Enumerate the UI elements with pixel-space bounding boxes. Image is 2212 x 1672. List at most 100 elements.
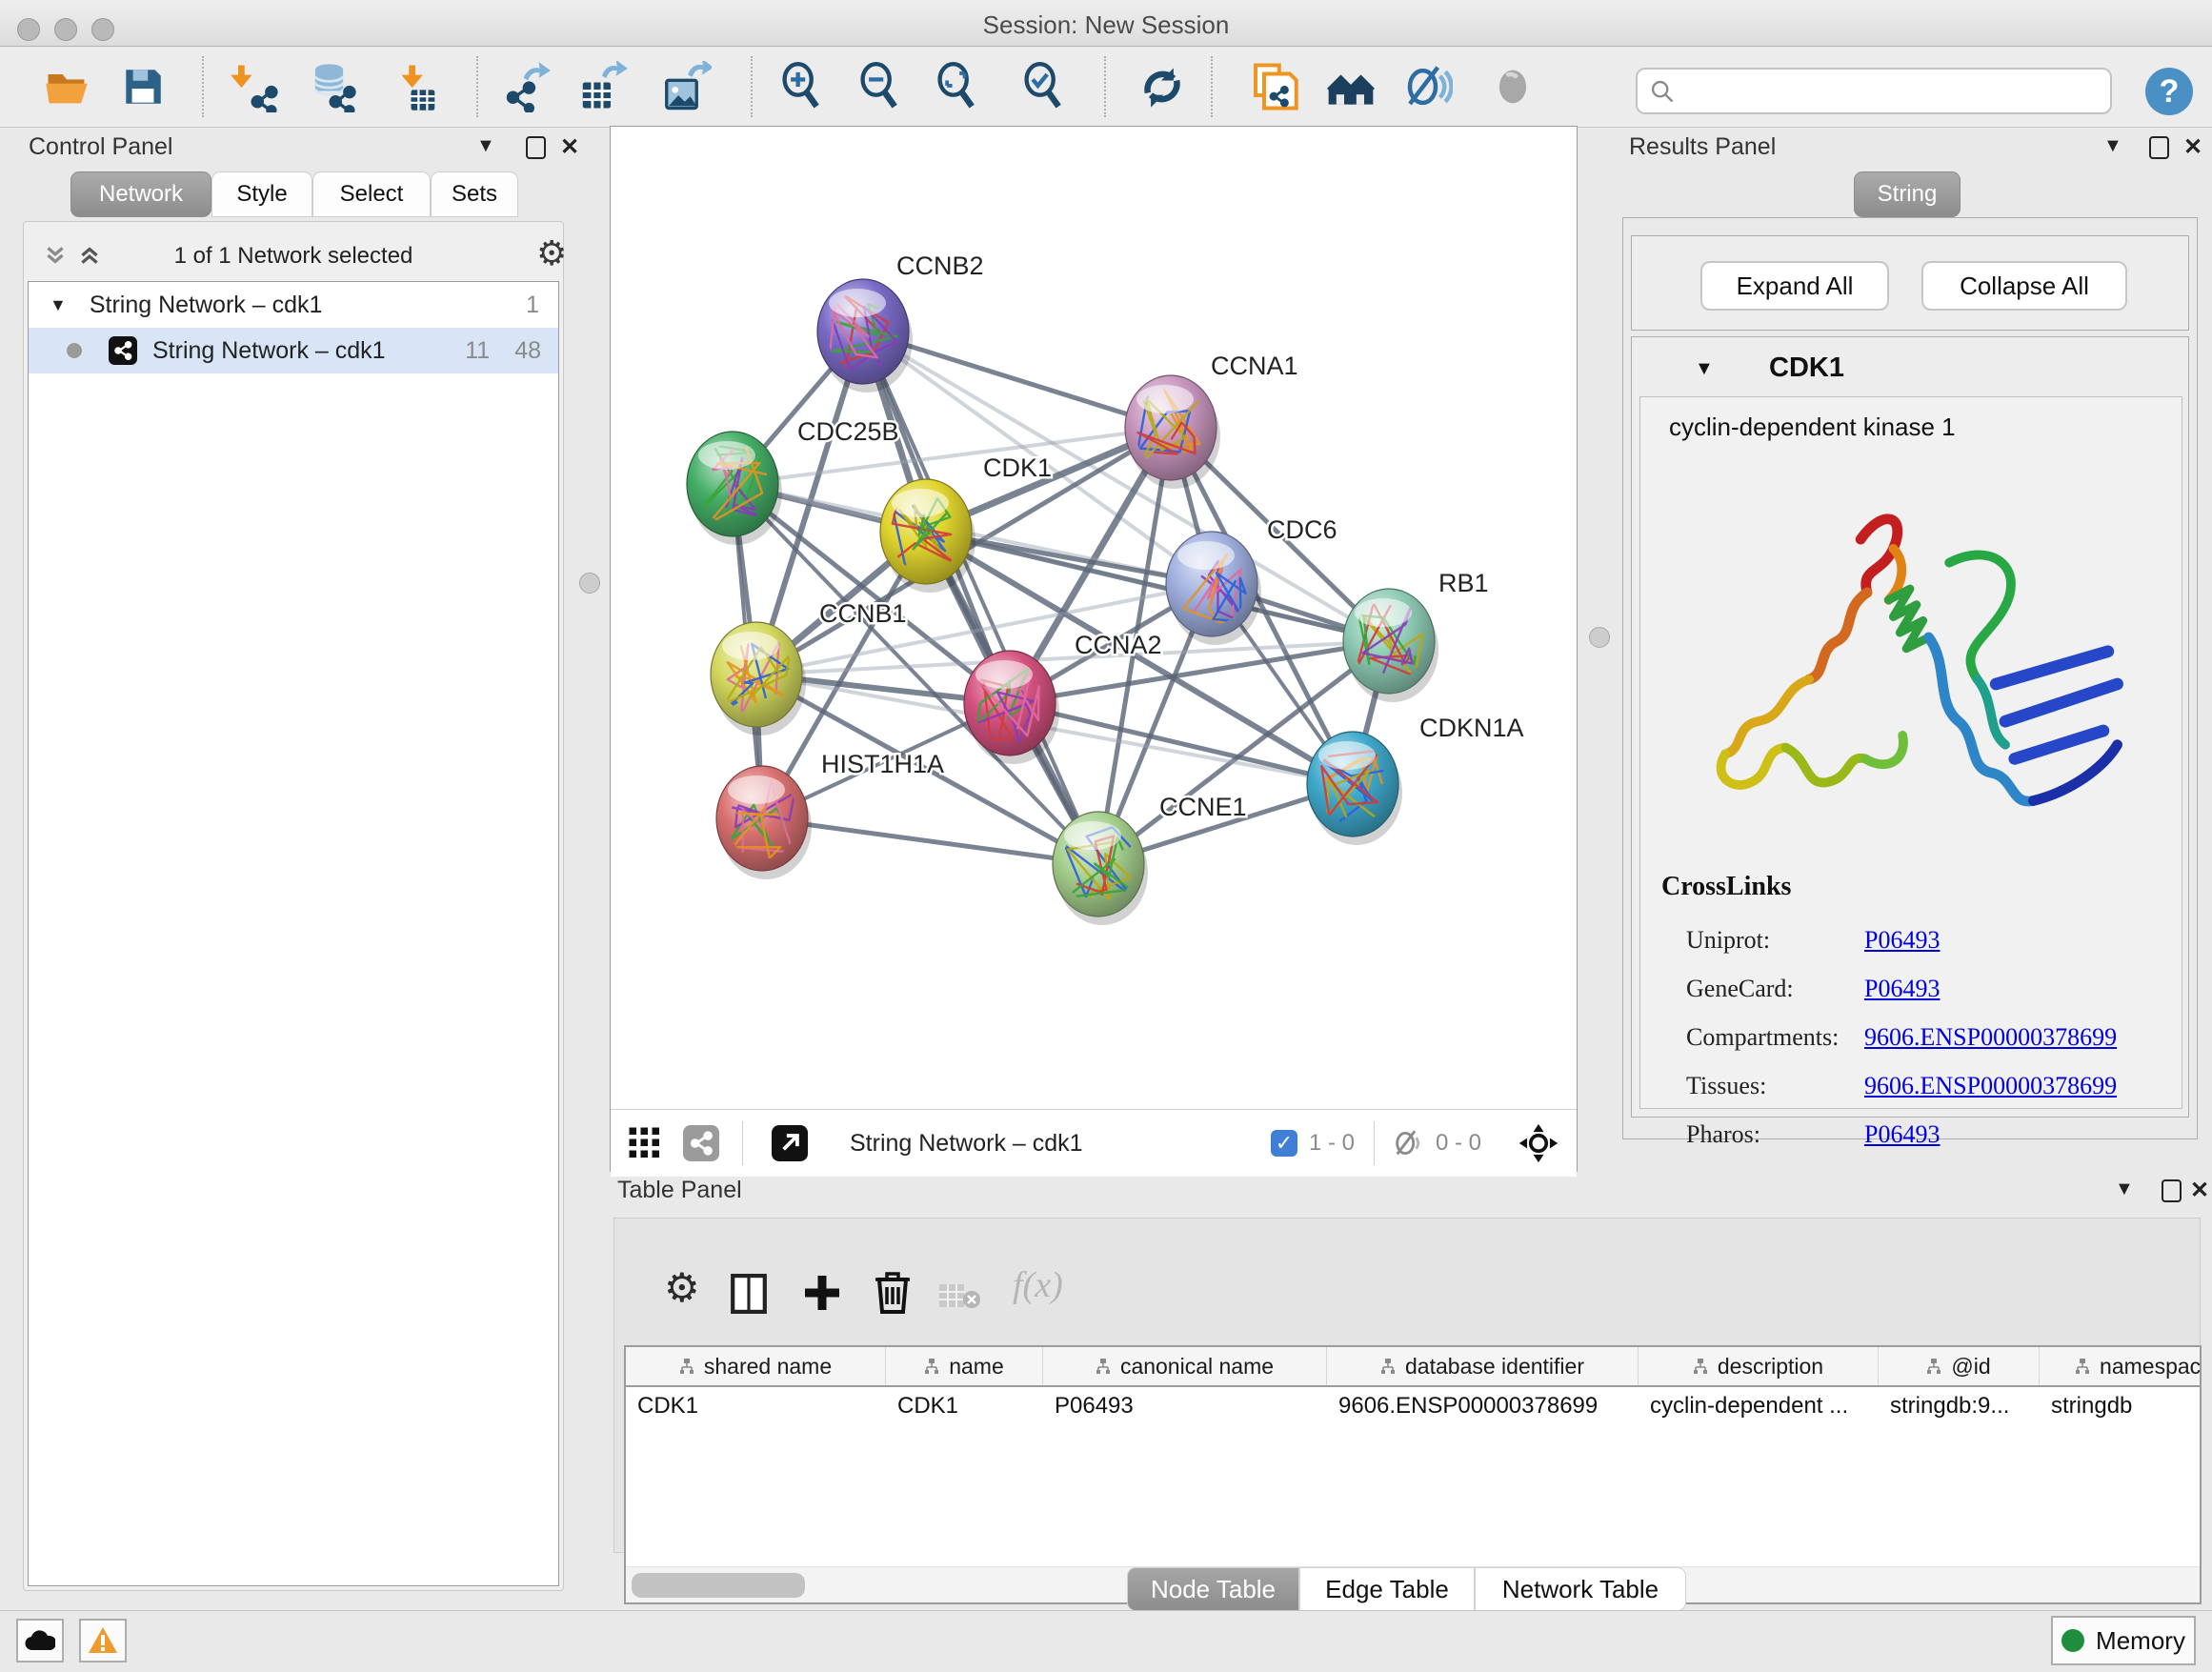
collection-expand-icon[interactable]: ▼	[50, 295, 67, 315]
column-header-description[interactable]: description	[1639, 1347, 1879, 1385]
tab-string[interactable]: String	[1854, 171, 1961, 217]
node-label-cdc6[interactable]: CDC6	[1267, 515, 1337, 544]
tab-node-table[interactable]: Node Table	[1127, 1567, 1299, 1611]
table-cell[interactable]: stringdb	[2040, 1387, 2202, 1425]
zoom-selected-button[interactable]	[1017, 58, 1071, 115]
main-toolbar: ?	[0, 47, 2212, 128]
selected-checkbox-icon[interactable]: ✓	[1271, 1130, 1297, 1157]
crosslink-link[interactable]: P06493	[1864, 975, 1940, 1003]
crosslink-label: GeneCard:	[1686, 975, 1864, 1003]
table-cell[interactable]: stringdb:9...	[1879, 1387, 2040, 1425]
crosslink-link[interactable]: P06493	[1864, 926, 1940, 955]
network-view: CCNB2 CCNA1 CDC25B CDK1 CDC6 RB1 CCNB1 CCNA2 CDK…	[610, 126, 1578, 1172]
table-row[interactable]: CDK1CDK1P064939606.ENSP00000378699cyclin…	[626, 1387, 2202, 1425]
hide-graphics-button[interactable]	[1400, 58, 1454, 115]
node-label-rb1[interactable]: RB1	[1438, 569, 1489, 597]
zoom-out-button[interactable]	[854, 58, 907, 115]
crosslink-link[interactable]: 9606.ENSP00000378699	[1864, 1072, 2117, 1100]
import-network-database-button[interactable]	[307, 58, 360, 115]
search-input[interactable]	[1676, 77, 2080, 106]
apply-layout-button[interactable]	[1136, 58, 1189, 115]
toolbar-separator	[202, 56, 204, 117]
results-panel-close-icon[interactable]: ✕	[2183, 133, 2202, 161]
tab-style[interactable]: Style	[211, 171, 312, 217]
table-header-row: shared namenamecanonical namedatabase id…	[626, 1347, 2202, 1387]
network-canvas[interactable]: CCNB2 CCNA1 CDC25B CDK1 CDC6 RB1 CCNB1 CCNA2 CDK…	[611, 127, 1577, 1104]
results-panel-float-icon[interactable]	[2149, 136, 2169, 159]
network-collection-row[interactable]: ▼ String Network – cdk1 1	[29, 282, 558, 328]
export-image-button[interactable]	[659, 58, 713, 115]
network-share-icon[interactable]	[683, 1125, 719, 1161]
window-title: Session: New Session	[0, 10, 2212, 40]
duplicate-network-button[interactable]	[1246, 58, 1299, 115]
table-panel-float-icon[interactable]	[2162, 1179, 2182, 1202]
create-column-plus-icon[interactable]	[801, 1272, 843, 1314]
node-label-ccnb2[interactable]: CCNB2	[896, 252, 984, 280]
node-label-cdc25b[interactable]: CDC25B	[797, 417, 899, 446]
table-cell[interactable]: CDK1	[886, 1387, 1043, 1425]
warnings-button[interactable]	[79, 1619, 127, 1662]
network-options-gear-icon[interactable]: ⚙	[536, 233, 567, 273]
export-network-button[interactable]	[499, 58, 553, 115]
import-table-button[interactable]	[389, 58, 442, 115]
table-cell[interactable]: CDK1	[626, 1387, 886, 1425]
table-cell[interactable]: P06493	[1043, 1387, 1327, 1425]
results-panel-collapse-icon[interactable]: ▼	[2103, 135, 2122, 157]
crosslink-link[interactable]: P06493	[1864, 1120, 1940, 1149]
export-table-button[interactable]	[575, 58, 629, 115]
tab-network[interactable]: Network	[70, 171, 211, 217]
node-label-cdkn1a[interactable]: CDKN1A	[1419, 714, 1524, 742]
protein-expand-icon[interactable]: ▼	[1695, 358, 1714, 380]
node-label-hist1h1a[interactable]: HIST1H1A	[821, 750, 944, 778]
save-session-button[interactable]	[116, 58, 170, 115]
control-panel-close-icon[interactable]: ✕	[560, 133, 579, 161]
cloud-button[interactable]	[16, 1619, 64, 1662]
table-cell[interactable]: cyclin-dependent ...	[1639, 1387, 1879, 1425]
left-splitter-handle[interactable]	[579, 573, 600, 594]
network-row-selected[interactable]: String Network – cdk1 11 48	[29, 328, 558, 373]
column-header-namespace[interactable]: namespace	[2040, 1347, 2202, 1385]
import-network-file-button[interactable]	[229, 58, 282, 115]
tab-select[interactable]: Select	[312, 171, 431, 217]
control-panel-float-icon[interactable]	[526, 136, 546, 159]
node-count: 11	[465, 337, 490, 365]
birdseye-crosshair-icon[interactable]	[1518, 1122, 1559, 1164]
column-header--id[interactable]: @id	[1879, 1347, 2040, 1385]
zoom-fit-button[interactable]	[931, 58, 984, 115]
right-splitter-handle[interactable]	[1589, 627, 1610, 648]
crosslink-link[interactable]: 9606.ENSP00000378699	[1864, 1023, 2117, 1052]
column-header-canonical-name[interactable]: canonical name	[1043, 1347, 1327, 1385]
scrollbar-thumb[interactable]	[632, 1573, 805, 1598]
node-label-ccnb1[interactable]: CCNB1	[819, 599, 907, 628]
string-home-button[interactable]	[1324, 58, 1377, 115]
eye-button[interactable]	[1486, 58, 1539, 115]
node-label-ccna2[interactable]: CCNA2	[1075, 631, 1162, 659]
column-header-database-identifier[interactable]: database identifier	[1327, 1347, 1639, 1385]
node-label-cdk1[interactable]: CDK1	[983, 453, 1052, 482]
column-header-name[interactable]: name	[886, 1347, 1043, 1385]
grid-view-icon[interactable]	[628, 1126, 662, 1160]
column-header-shared-name[interactable]: shared name	[626, 1347, 886, 1385]
collapse-all-button[interactable]: Collapse All	[1921, 261, 2127, 311]
control-panel-collapse-icon[interactable]: ▼	[476, 135, 495, 157]
open-in-new-window-icon[interactable]	[772, 1125, 808, 1161]
column-type-icon	[1380, 1359, 1396, 1374]
show-columns-icon[interactable]	[731, 1274, 767, 1314]
expand-all-button[interactable]: Expand All	[1700, 261, 1889, 311]
table-panel-close-icon[interactable]: ✕	[2190, 1177, 2209, 1204]
help-button[interactable]: ?	[2145, 68, 2193, 115]
memory-button[interactable]: Memory	[2051, 1616, 2196, 1665]
table-cell[interactable]: 9606.ENSP00000378699	[1327, 1387, 1639, 1425]
network-bar-title: String Network – cdk1	[850, 1130, 1083, 1158]
tab-edge-table[interactable]: Edge Table	[1299, 1567, 1475, 1611]
node-label-ccne1[interactable]: CCNE1	[1159, 793, 1247, 821]
table-options-gear-icon[interactable]: ⚙	[664, 1264, 700, 1311]
tab-sets[interactable]: Sets	[431, 171, 518, 217]
crosslink-label: Compartments:	[1686, 1023, 1864, 1052]
zoom-in-button[interactable]	[775, 58, 829, 115]
table-panel-collapse-icon[interactable]: ▼	[2115, 1178, 2134, 1200]
delete-column-trash-icon[interactable]	[874, 1270, 912, 1314]
node-label-ccna1[interactable]: CCNA1	[1211, 352, 1298, 380]
open-session-button[interactable]	[40, 58, 93, 115]
tab-network-table[interactable]: Network Table	[1475, 1567, 1686, 1611]
